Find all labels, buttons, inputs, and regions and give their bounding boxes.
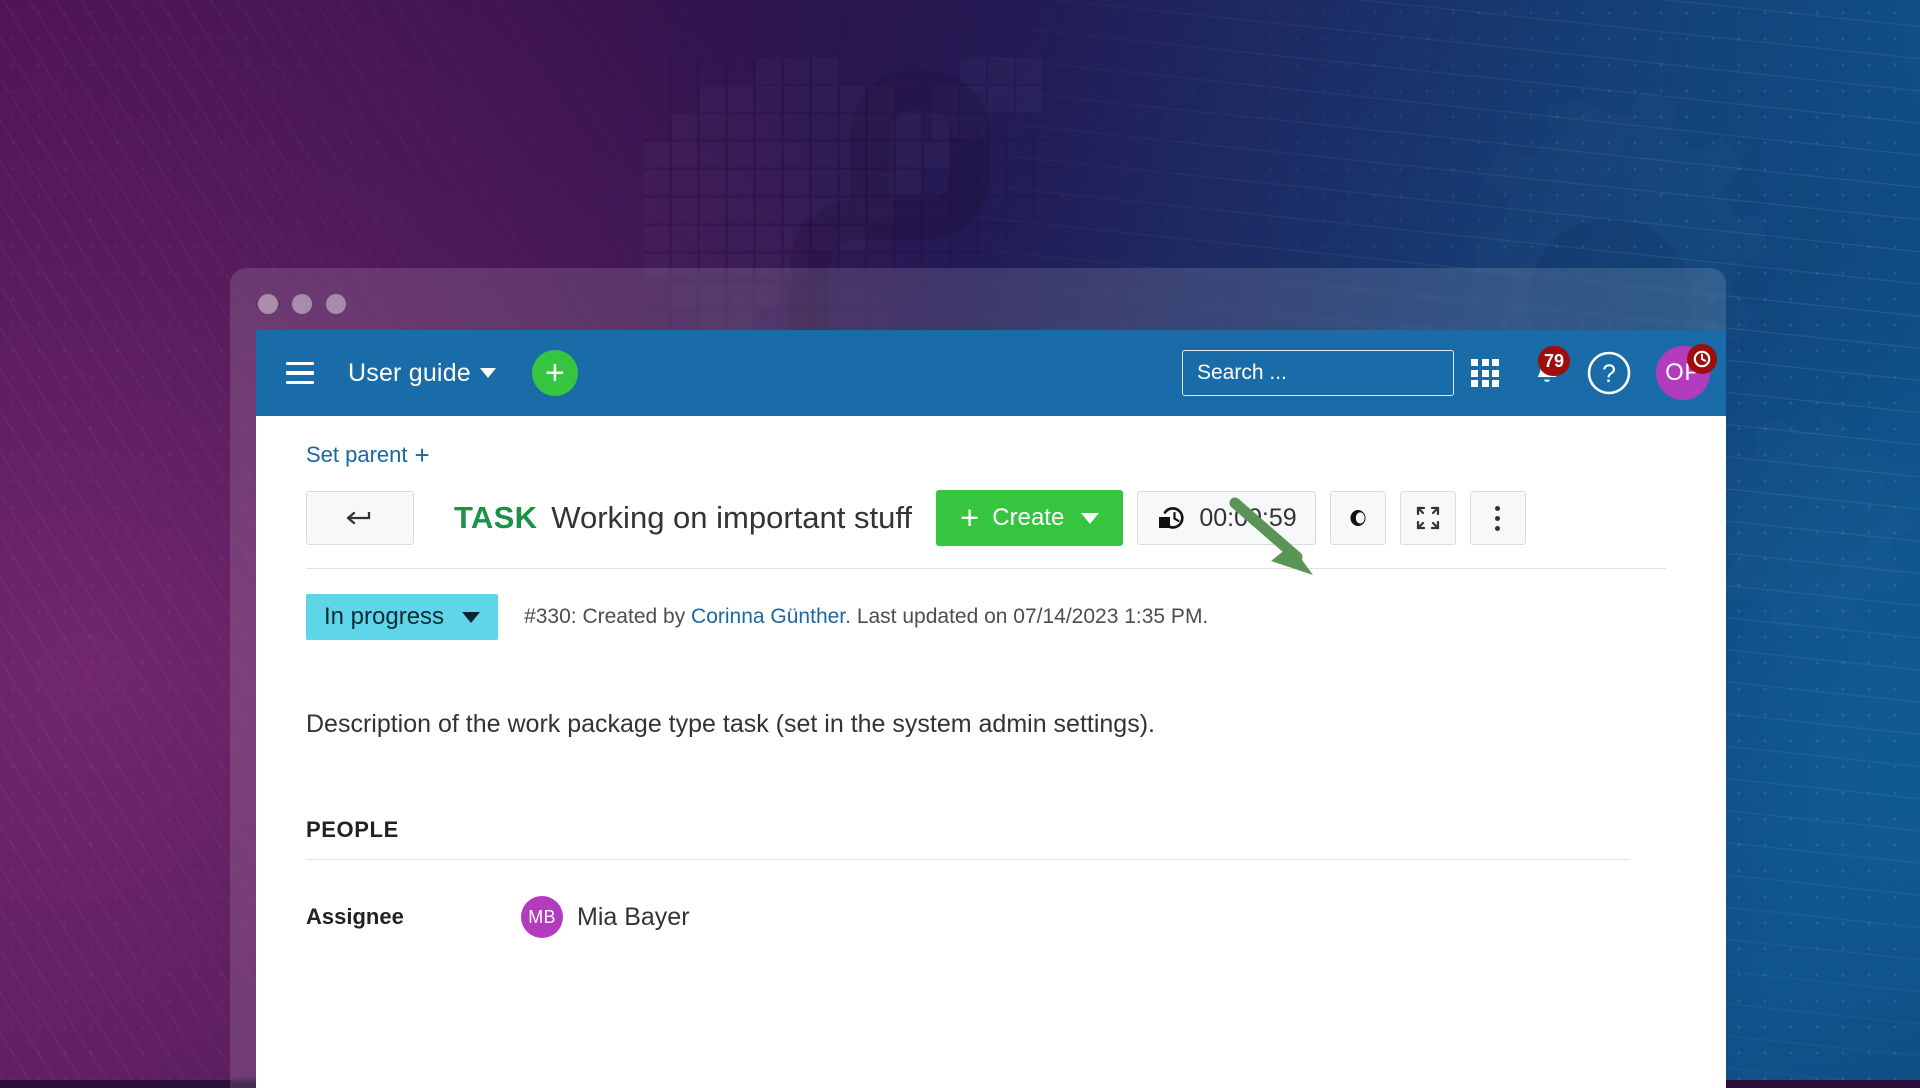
fullscreen-button[interactable] xyxy=(1400,491,1456,545)
status-row: In progress #330: Created by Corinna Gün… xyxy=(306,594,1726,640)
work-package-title-row: TASK Working on important stuff + Create xyxy=(306,490,1726,546)
timer-value: 00:00:59 xyxy=(1199,504,1296,533)
chevron-down-icon xyxy=(1081,513,1099,524)
project-selector[interactable]: User guide xyxy=(348,359,496,388)
avatar: MB xyxy=(521,896,563,938)
fullscreen-icon xyxy=(1415,505,1441,531)
people-section-divider xyxy=(306,859,1630,860)
notifications-button[interactable]: 79 xyxy=(1516,330,1578,416)
assignee-label: Assignee xyxy=(306,904,521,930)
plus-icon: + xyxy=(415,442,430,468)
people-section-title: PEOPLE xyxy=(306,817,1726,843)
work-package-type: TASK xyxy=(454,500,537,536)
chevron-down-icon xyxy=(462,612,480,623)
work-package-actions: + Create 00:00:59 xyxy=(936,490,1526,546)
work-package-subject[interactable]: Working on important stuff xyxy=(551,500,912,536)
status-label: In progress xyxy=(324,603,444,631)
assignee-name: Mia Bayer xyxy=(577,903,690,932)
user-avatar-button[interactable]: OP xyxy=(1640,330,1726,416)
traffic-light-dots xyxy=(258,294,346,314)
create-button-label: Create xyxy=(992,504,1064,532)
browser-window: User guide + xyxy=(230,268,1726,1088)
assignee-row: Assignee MB Mia Bayer xyxy=(306,896,1726,938)
set-parent-label: Set parent xyxy=(306,442,408,468)
more-menu-button[interactable] xyxy=(1470,491,1526,545)
top-navigation-bar: User guide + xyxy=(256,330,1726,416)
back-arrow-icon xyxy=(345,508,375,528)
eye-icon xyxy=(1344,507,1372,529)
stop-timer-icon xyxy=(1156,504,1186,532)
title-divider xyxy=(306,568,1666,569)
work-package-detail: Set parent + TASK Working on important s… xyxy=(256,416,1726,938)
clock-icon xyxy=(1692,349,1712,369)
minimize-dot-icon[interactable] xyxy=(292,294,312,314)
watch-button[interactable] xyxy=(1330,491,1386,545)
help-circle-icon: ? xyxy=(1586,350,1632,396)
svg-text:?: ? xyxy=(1602,360,1616,388)
description-text[interactable]: Description of the work package type tas… xyxy=(306,710,1726,739)
timer-running-badge[interactable] xyxy=(1687,344,1717,374)
project-selector-label: User guide xyxy=(348,359,471,388)
top-navigation-right: 79 ? OP xyxy=(1182,330,1726,416)
more-vertical-icon xyxy=(1495,506,1500,531)
help-button[interactable]: ? xyxy=(1578,330,1640,416)
author-link[interactable]: Corinna Günther xyxy=(691,605,845,628)
close-dot-icon[interactable] xyxy=(258,294,278,314)
work-package-meta: #330: Created by Corinna Günther. Last u… xyxy=(524,605,1208,629)
global-add-button[interactable]: + xyxy=(532,350,578,396)
hamburger-icon[interactable] xyxy=(286,362,314,384)
created-by-prefix: Created by xyxy=(582,605,685,628)
updated-text: . Last updated on 07/14/2023 1:35 PM. xyxy=(845,605,1208,628)
global-search[interactable] xyxy=(1182,350,1454,396)
search-input[interactable] xyxy=(1197,361,1468,385)
notification-count-badge: 79 xyxy=(1538,346,1570,376)
assignee-value[interactable]: MB Mia Bayer xyxy=(521,896,690,938)
set-parent-button[interactable]: Set parent + xyxy=(306,442,430,468)
modules-button[interactable] xyxy=(1454,330,1516,416)
window-chrome xyxy=(230,268,1726,330)
work-package-id: #330: xyxy=(524,605,577,628)
grid-icon xyxy=(1471,359,1499,387)
stop-timer-button[interactable]: 00:00:59 xyxy=(1137,491,1315,545)
maximize-dot-icon[interactable] xyxy=(326,294,346,314)
chevron-down-icon xyxy=(480,368,496,378)
status-badge[interactable]: In progress xyxy=(306,594,498,640)
create-button[interactable]: + Create xyxy=(936,490,1123,546)
openproject-app: User guide + xyxy=(256,330,1726,1088)
back-button[interactable] xyxy=(306,491,414,545)
